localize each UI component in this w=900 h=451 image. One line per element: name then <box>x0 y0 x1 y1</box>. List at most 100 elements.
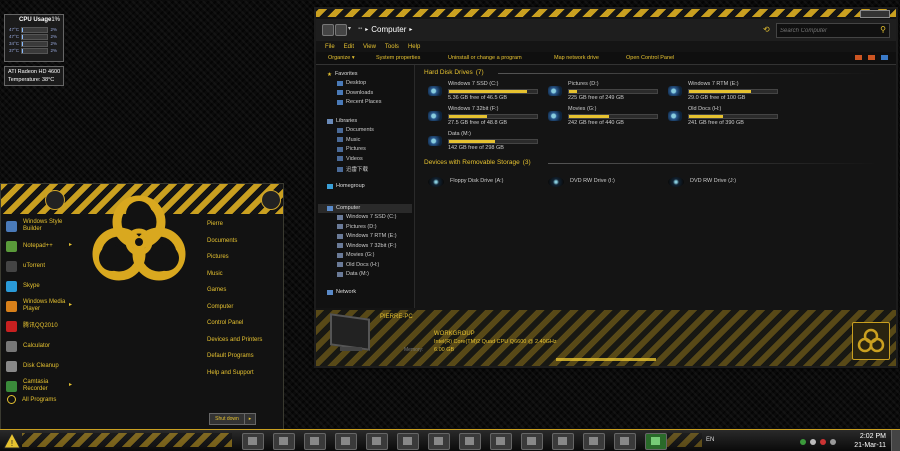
removable-group-header[interactable]: Devices with Removable Storage (3) <box>424 159 531 166</box>
drive-tile[interactable]: Pictures (D:) 225 GB free of 249 GB <box>548 81 666 103</box>
preview-pane-icon[interactable] <box>868 55 875 60</box>
start-right-link[interactable]: Music <box>201 266 281 283</box>
nav-drive-item[interactable]: Windows 7 RTM (E:) <box>337 233 397 239</box>
start-right-link[interactable]: Help and Support <box>201 365 281 382</box>
drive-tile[interactable]: Movies (G:) 242 GB free of 440 GB <box>548 106 666 128</box>
refresh-icon[interactable]: ⟲ <box>763 25 770 34</box>
start-program-item[interactable]: Windows Style Builder <box>1 216 199 236</box>
taskbar-app-button[interactable] <box>273 433 295 450</box>
recent-pages-dropdown[interactable]: ▾ <box>348 25 351 32</box>
nav-favorite-item[interactable]: Downloads <box>337 90 373 96</box>
hdd-group-header[interactable]: Hard Disk Drives (7) <box>424 69 484 76</box>
command-button[interactable]: Uninstall or change a program <box>448 55 522 61</box>
start-program-item[interactable]: Notepad++ ▸ <box>1 236 199 256</box>
start-right-link[interactable]: Computer <box>201 299 281 316</box>
nav-drive-item[interactable]: Windows 7 32bit (F:) <box>337 243 396 249</box>
menu-item[interactable]: Tools <box>385 44 399 50</box>
taskbar-app-button[interactable] <box>335 433 357 450</box>
start-right-link[interactable]: Pierre <box>201 216 281 233</box>
window-control-buttons[interactable] <box>860 10 890 18</box>
taskbar-app-button[interactable] <box>552 433 574 450</box>
clock-time[interactable]: 2:02 PM <box>846 433 886 440</box>
submenu-arrow-icon[interactable]: ▸ <box>69 382 72 389</box>
start-program-item[interactable]: Windows Media Player ▸ <box>1 296 199 316</box>
search-icon[interactable]: ⚲ <box>880 25 886 34</box>
start-right-link[interactable]: Games <box>201 282 281 299</box>
drive-tile[interactable]: Windows 7 SSD (C:) 5.36 GB free of 46.5 G… <box>428 81 546 103</box>
nav-libraries[interactable]: Libraries <box>327 118 357 124</box>
help-icon[interactable] <box>881 55 888 60</box>
nav-drive-item[interactable]: Old Docs (H:) <box>337 262 379 268</box>
show-desktop-button[interactable] <box>891 430 900 451</box>
start-program-item[interactable]: Calculator <box>1 336 199 356</box>
submenu-arrow-icon[interactable]: ▸ <box>69 242 72 249</box>
command-button[interactable]: Map network drive <box>554 55 599 61</box>
tray-network-icon[interactable] <box>800 439 806 445</box>
taskbar-app-button[interactable] <box>645 433 667 450</box>
nav-library-item[interactable]: Pictures <box>337 146 366 152</box>
menu-item[interactable]: View <box>363 44 376 50</box>
command-button[interactable]: Organize ▾ <box>328 55 355 61</box>
menu-item[interactable]: File <box>325 44 335 50</box>
tray-volume-icon[interactable] <box>830 439 836 445</box>
search-input[interactable] <box>777 24 872 37</box>
menu-item[interactable]: Edit <box>344 44 354 50</box>
nav-favorites[interactable]: ★ Favorites <box>327 71 358 78</box>
start-program-item[interactable]: Camtasia Recorder ▸ <box>1 376 199 396</box>
start-right-link[interactable]: Pictures <box>201 249 281 266</box>
nav-network[interactable]: Network <box>327 289 356 295</box>
drive-tile[interactable]: Old Docs (H:) 241 GB free of 390 GB <box>668 106 786 128</box>
taskbar-app-button[interactable] <box>304 433 326 450</box>
nav-drive-item[interactable]: Data (M:) <box>337 271 369 277</box>
removable-drive-tile[interactable]: DVD RW Drive (I:) <box>548 176 658 190</box>
shutdown-button[interactable]: Shut down <box>209 413 245 425</box>
all-programs-button[interactable]: All Programs <box>7 395 56 404</box>
nav-favorite-item[interactable]: Desktop <box>337 80 366 86</box>
start-button-icon[interactable]: ! <box>2 431 22 450</box>
change-view-icon[interactable] <box>855 55 862 60</box>
nav-drive-item[interactable]: Pictures (D:) <box>337 224 377 230</box>
taskbar-app-button[interactable] <box>490 433 512 450</box>
drive-tile[interactable]: Data (M:) 142 GB free of 298 GB <box>428 131 546 153</box>
nav-library-item[interactable]: Videos <box>337 156 363 162</box>
address-field[interactable]: ▪▪ ▸ Computer ▸ <box>358 22 738 36</box>
start-right-link[interactable]: Default Programs <box>201 348 281 365</box>
submenu-arrow-icon[interactable]: ▸ <box>69 302 72 309</box>
taskbar-app-button[interactable] <box>242 433 264 450</box>
tray-app-icon[interactable] <box>810 439 816 445</box>
menu-item[interactable]: Help <box>408 44 420 50</box>
taskbar-app-button[interactable] <box>583 433 605 450</box>
start-right-link[interactable]: Devices and Printers <box>201 332 281 349</box>
start-right-link[interactable]: Documents <box>201 233 281 250</box>
start-program-item[interactable]: Skype <box>1 276 199 296</box>
search-box[interactable]: ⚲ <box>776 23 890 38</box>
nav-library-item[interactable]: Documents <box>337 127 374 133</box>
back-button[interactable] <box>322 24 334 36</box>
removable-drive-tile[interactable]: DVD RW Drive (J:) <box>668 176 778 190</box>
taskbar-app-button[interactable] <box>366 433 388 450</box>
forward-button[interactable] <box>335 24 347 36</box>
command-button[interactable]: System properties <box>376 55 420 61</box>
taskbar-app-button[interactable] <box>428 433 450 450</box>
taskbar-app-button[interactable] <box>614 433 636 450</box>
drive-tile[interactable]: Windows 7 32bit (F:) 27.5 GB free of 48.8… <box>428 106 546 128</box>
nav-drive-item[interactable]: Windows 7 SSD (C:) <box>337 214 396 220</box>
nav-homegroup[interactable]: Homegroup <box>327 183 365 189</box>
start-program-item[interactable]: 腾讯QQ2010 <box>1 316 199 336</box>
nav-favorite-item[interactable]: Recent Places <box>337 99 381 105</box>
start-right-link[interactable]: Control Panel <box>201 315 281 332</box>
removable-drive-tile[interactable]: Floppy Disk Drive (A:) <box>428 176 538 190</box>
drive-tile[interactable]: Windows 7 RTM (E:) 29.0 GB free of 100 GB <box>668 81 786 103</box>
start-program-item[interactable]: uTorrent <box>1 256 199 276</box>
taskbar-app-button[interactable] <box>397 433 419 450</box>
nav-drive-item[interactable]: Movies (G:) <box>337 252 374 258</box>
cpu-usage-gadget[interactable]: CPU Usage 1% 47°C 2% 47°C 2% 34°C 2% 37°C 2% <box>4 14 64 62</box>
nav-library-item[interactable]: 迅雷下载 <box>337 165 368 173</box>
tray-alert-icon[interactable] <box>820 439 826 445</box>
command-button[interactable]: Open Control Panel <box>626 55 674 61</box>
start-program-item[interactable]: Disk Cleanup <box>1 356 199 376</box>
nav-computer[interactable]: Computer <box>327 205 360 211</box>
shutdown-options-button[interactable]: ▸ <box>244 413 256 425</box>
clock-date[interactable]: 21-Mar-11 <box>846 442 886 449</box>
taskbar-app-button[interactable] <box>521 433 543 450</box>
